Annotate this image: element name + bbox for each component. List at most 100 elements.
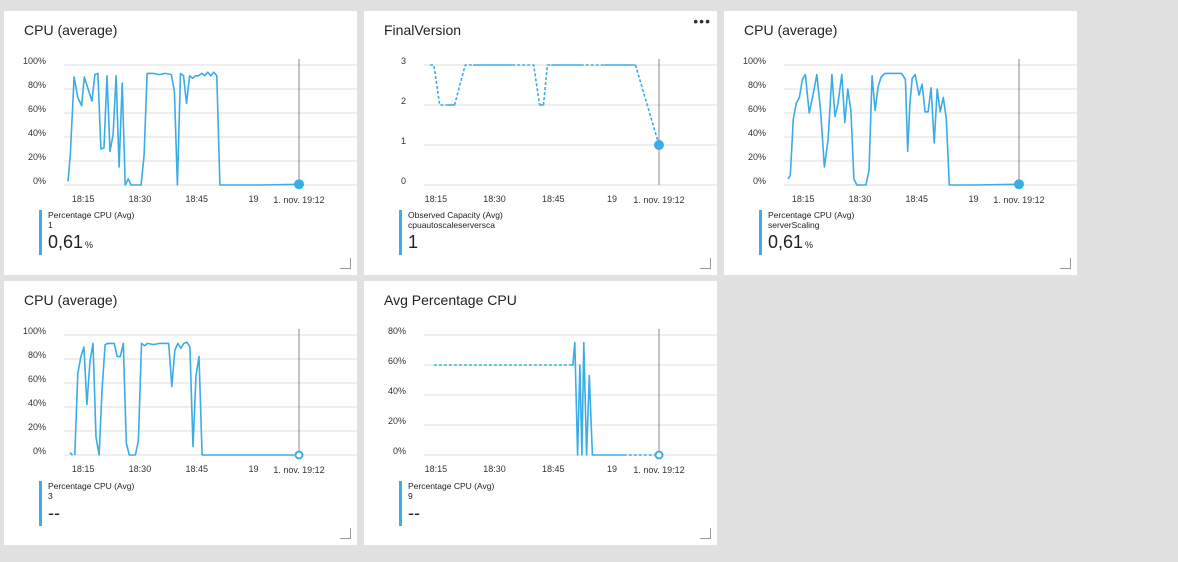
legend-color-bar <box>39 481 42 526</box>
legend-unit: % <box>85 240 94 250</box>
legend-resource-name: 3 <box>48 491 53 501</box>
chart-tile-avg-percentage-cpu[interactable]: Avg Percentage CPU 0% 20% 40% 60% 80% 18:15 18… <box>364 281 717 545</box>
y-tick-label: 2 <box>401 96 406 106</box>
x-tick-label: 18:30 <box>483 194 506 204</box>
resize-handle-icon[interactable] <box>340 258 351 269</box>
cursor-time-label: 1. nov. 19:12 <box>993 195 1044 205</box>
cursor-time-label: 1. nov. 19:12 <box>633 195 684 205</box>
x-tick-label: 18:15 <box>425 464 448 474</box>
legend-metric-name: Observed Capacity (Avg) <box>408 210 503 220</box>
y-tick-label: 20% <box>388 416 406 426</box>
y-tick-label: 100% <box>23 56 46 66</box>
y-tick-label: 80% <box>28 350 46 360</box>
x-tick-label: 19 <box>249 464 259 474</box>
y-tick-label: 100% <box>23 326 46 336</box>
cursor-time-label: 1. nov. 19:12 <box>633 465 684 475</box>
legend-metric-name: Percentage CPU (Avg) <box>48 210 135 220</box>
legend-metric-name: Percentage CPU (Avg) <box>768 210 855 220</box>
legend-value: -- <box>408 503 420 523</box>
y-tick-label: 40% <box>388 386 406 396</box>
y-tick-label: 40% <box>28 128 46 138</box>
line-chart: 0% 20% 40% 60% 80% 100% 18:15 18:30 18:45 19 1. no… <box>23 326 357 475</box>
line-chart: 0% 20% 40% 60% 80% 18:15 18:30 18:45 19 1. nov. 1… <box>388 326 717 475</box>
resize-handle-icon[interactable] <box>700 528 711 539</box>
y-tick-label: 20% <box>748 152 766 162</box>
legend-resource-name: cpuautoscaleserversca <box>408 220 495 230</box>
y-tick-label: 1 <box>401 136 406 146</box>
x-tick-label: 18:30 <box>483 464 506 474</box>
legend-value: 1 <box>408 232 419 252</box>
cursor-time-label: 1. nov. 19:12 <box>273 195 324 205</box>
chart-tile-cpu-average-2[interactable]: CPU (average) 0% 20% 40% 60% 80% 100% 18:15 18:… <box>724 11 1077 275</box>
x-tick-label: 18:30 <box>849 194 872 204</box>
cursor-time-label: 1. nov. 19:12 <box>273 465 324 475</box>
chart-tile-finalversion[interactable]: FinalVersion ••• 0 1 2 3 18:15 18:30 18:45 19 1.… <box>364 11 717 275</box>
y-tick-label: 60% <box>28 374 46 384</box>
y-tick-label: 100% <box>743 56 766 66</box>
series-line <box>512 64 541 106</box>
y-tick-label: 0% <box>33 176 46 186</box>
resize-handle-icon[interactable] <box>1060 258 1071 269</box>
x-tick-label: 19 <box>249 194 259 204</box>
y-tick-label: 0 <box>401 176 406 186</box>
legend-metric-name: Percentage CPU (Avg) <box>48 481 135 491</box>
x-tick-label: 18:45 <box>185 464 208 474</box>
x-tick-label: 18:15 <box>425 194 448 204</box>
x-tick-label: 18:30 <box>129 464 152 474</box>
y-tick-label: 20% <box>28 422 46 432</box>
current-value-marker <box>654 140 664 150</box>
legend-color-bar <box>39 210 42 255</box>
legend-value: -- <box>48 503 60 523</box>
line-chart: 0% 20% 40% 60% 80% 100% 18:15 18:30 18:45 19 1. no… <box>743 56 1077 205</box>
series-line <box>568 341 624 456</box>
x-tick-label: 18:15 <box>792 194 815 204</box>
current-value-marker <box>294 179 304 190</box>
y-tick-label: 40% <box>28 398 46 408</box>
resize-handle-icon[interactable] <box>700 258 711 269</box>
legend-unit: % <box>805 240 814 250</box>
legend-resource-name: 9 <box>408 491 413 501</box>
series-line <box>787 72 1020 186</box>
y-tick-label: 80% <box>388 326 406 336</box>
x-tick-label: 19 <box>969 194 979 204</box>
legend-color-bar <box>399 210 402 255</box>
y-tick-label: 0% <box>753 176 766 186</box>
line-chart: 0% 20% 40% 60% 80% 100% 18:15 18:30 18:45 19 1. no… <box>23 56 357 205</box>
y-tick-label: 0% <box>393 446 406 456</box>
x-tick-label: 19 <box>607 194 617 204</box>
series-line <box>542 64 552 106</box>
y-tick-label: 40% <box>748 128 766 138</box>
line-chart: 0 1 2 3 18:15 18:30 18:45 19 1. nov. 19:12 <box>401 56 717 205</box>
legend-resource-name: 1 <box>48 220 53 230</box>
y-tick-label: 20% <box>28 152 46 162</box>
y-tick-label: 0% <box>33 446 46 456</box>
y-tick-label: 60% <box>388 356 406 366</box>
current-value-marker <box>1014 179 1024 190</box>
x-tick-label: 18:15 <box>72 464 95 474</box>
chart-tile-cpu-average-3[interactable]: CPU (average) 0% 20% 40% 60% 80% 100% 18:15 18:… <box>4 281 357 545</box>
x-tick-label: 18:45 <box>542 194 565 204</box>
y-tick-label: 60% <box>28 104 46 114</box>
x-tick-label: 18:45 <box>905 194 928 204</box>
chart-tile-cpu-average-1[interactable]: CPU (average) 0% 20% 40% 60% 80% 100% 18:15 18:… <box>4 11 357 275</box>
x-tick-label: 18:15 <box>72 194 95 204</box>
y-tick-label: 80% <box>748 80 766 90</box>
x-tick-label: 18:45 <box>542 464 565 474</box>
legend-metric-name: Percentage CPU (Avg) <box>408 481 495 491</box>
legend-resource-name: serverScaling <box>768 220 820 230</box>
x-tick-label: 19 <box>607 464 617 474</box>
resize-handle-icon[interactable] <box>340 528 351 539</box>
series-line <box>453 64 473 106</box>
y-tick-label: 60% <box>748 104 766 114</box>
legend-value: 0,61 <box>48 232 84 252</box>
legend-value: 0,61 <box>768 232 804 252</box>
series-line <box>430 64 448 106</box>
x-tick-label: 18:45 <box>185 194 208 204</box>
y-tick-label: 3 <box>401 56 406 66</box>
current-value-marker <box>654 450 664 460</box>
y-tick-label: 80% <box>28 80 46 90</box>
legend-color-bar <box>759 210 762 255</box>
current-value-marker <box>294 450 304 460</box>
x-tick-label: 18:30 <box>129 194 152 204</box>
legend-color-bar <box>399 481 402 526</box>
